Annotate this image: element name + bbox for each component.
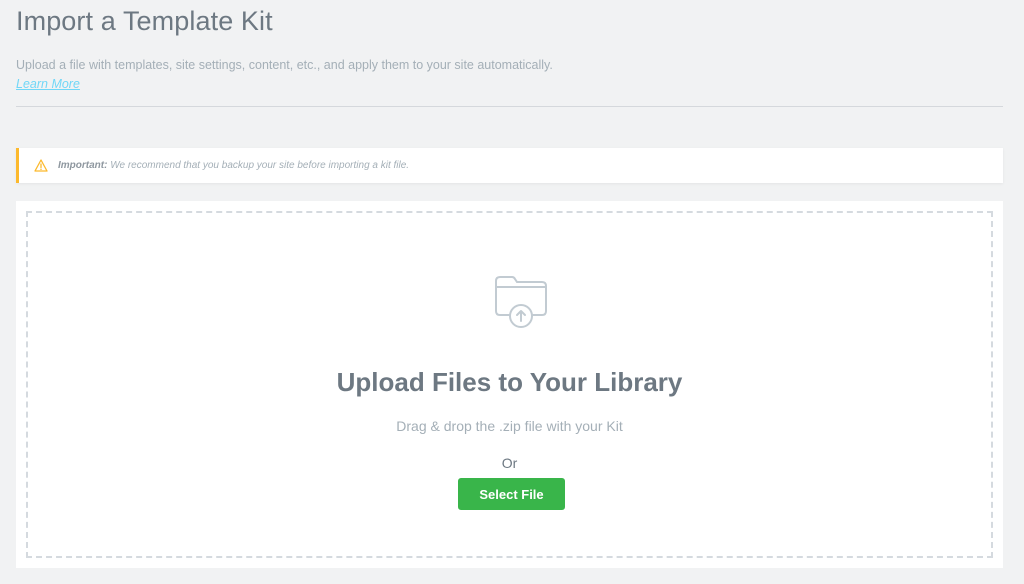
- warning-icon: [34, 159, 48, 172]
- import-kit-page: Import a Template Kit Upload a file with…: [0, 0, 1024, 584]
- learn-more-link[interactable]: Learn More: [16, 77, 80, 91]
- folder-upload-icon: [492, 271, 550, 331]
- header-divider: [16, 106, 1003, 107]
- upload-description: Drag & drop the .zip file with your Kit: [396, 418, 623, 434]
- or-separator: Or: [501, 455, 518, 471]
- notice-label: Important:: [58, 160, 108, 171]
- important-notice: Important: We recommend that you backup …: [16, 148, 1003, 183]
- file-dropzone[interactable]: Upload Files to Your Library Drag & drop…: [26, 211, 993, 558]
- notice-message: We recommend that you backup your site b…: [110, 160, 410, 171]
- page-title: Import a Template Kit: [16, 6, 273, 36]
- select-file-button[interactable]: Select File: [458, 478, 565, 510]
- upload-panel: Upload Files to Your Library Drag & drop…: [16, 201, 1003, 568]
- upload-title: Upload Files to Your Library: [336, 367, 683, 397]
- notice-text: Important: We recommend that you backup …: [58, 160, 409, 171]
- page-subtitle: Upload a file with templates, site setti…: [16, 58, 553, 72]
